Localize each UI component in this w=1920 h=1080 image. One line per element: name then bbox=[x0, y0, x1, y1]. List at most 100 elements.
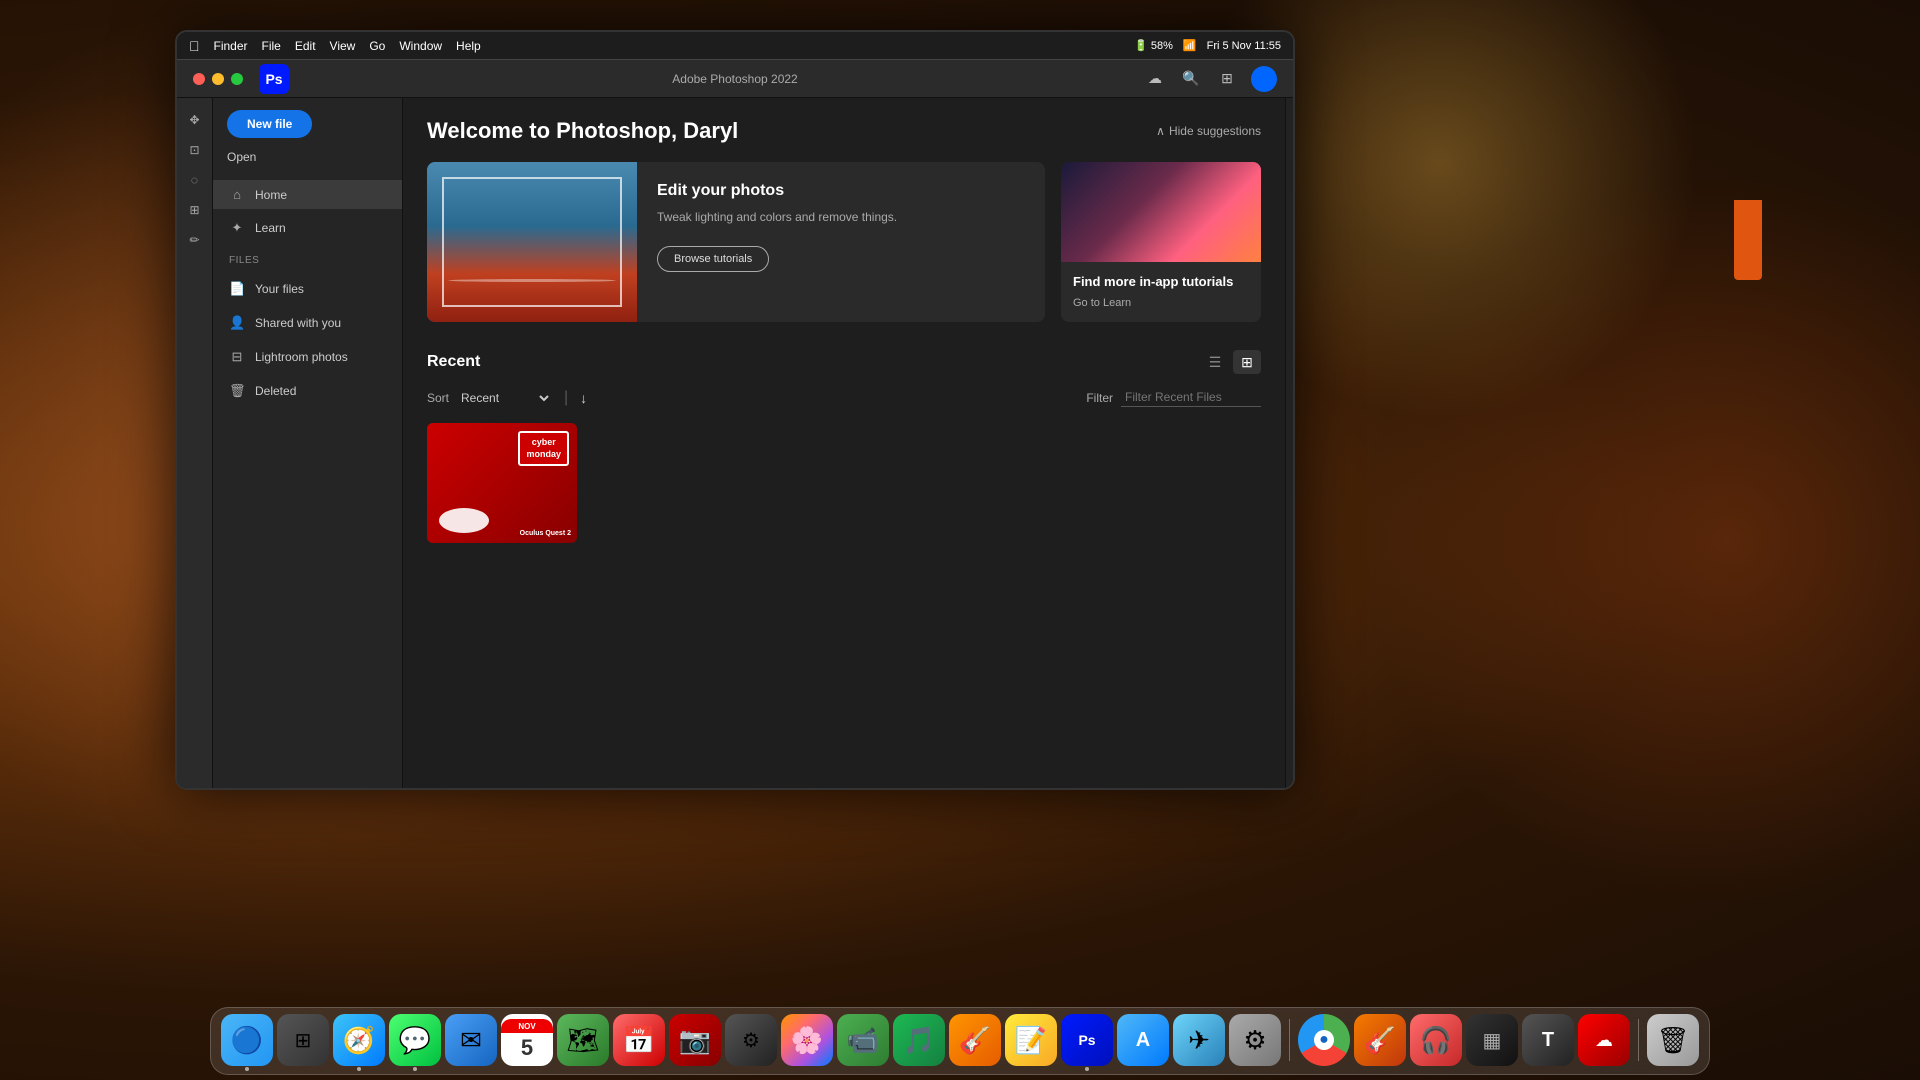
close-button[interactable] bbox=[193, 73, 205, 85]
datetime-display: Fri 5 Nov 11:55 bbox=[1207, 40, 1281, 52]
screensnap-icon: ▦ bbox=[1483, 1028, 1502, 1053]
calendar-day: 5 bbox=[521, 1035, 533, 1061]
menubar-file[interactable]: File bbox=[262, 39, 281, 53]
dock-icon-compressor[interactable]: ⚙ bbox=[725, 1014, 777, 1066]
sidebar-item-shared[interactable]: 👤 Shared with you bbox=[213, 308, 402, 338]
dock-icon-mail[interactable]: ✉ bbox=[445, 1014, 497, 1066]
dock-icon-screensnap[interactable]: ▦ bbox=[1466, 1014, 1518, 1066]
sidebar-item-home[interactable]: ⌂ Home bbox=[213, 180, 402, 209]
dock-icon-trash[interactable]: 🗑 bbox=[1647, 1014, 1699, 1066]
dock-icon-capo[interactable]: 🎸 bbox=[949, 1014, 1001, 1066]
grid-view-button[interactable]: ⊞ bbox=[1233, 350, 1261, 374]
dock-icon-testflight[interactable]: ✈ bbox=[1173, 1014, 1225, 1066]
menubar-help[interactable]: Help bbox=[456, 39, 481, 53]
battery-indicator: 🔋 58% bbox=[1134, 39, 1173, 52]
sidebar-item-learn[interactable]: ✦ Learn bbox=[213, 213, 402, 243]
photoshop-dock-icon: Ps bbox=[1078, 1032, 1095, 1048]
macos-menubar:  Finder File Edit View Go Window Help 🔋… bbox=[177, 32, 1293, 60]
dock-icon-launchpad[interactable]: ⊞ bbox=[277, 1014, 329, 1066]
browse-tutorials-button[interactable]: Browse tutorials bbox=[657, 246, 769, 272]
minimize-button[interactable] bbox=[212, 73, 224, 85]
small-card-title: Find more in-app tutorials bbox=[1073, 274, 1249, 289]
apple-menu[interactable]:  bbox=[189, 38, 200, 54]
suggestion-card-edit-photos: Edit your photos Tweak lighting and colo… bbox=[427, 162, 1045, 322]
dock-icon-syspref[interactable]: ⚙ bbox=[1229, 1014, 1281, 1066]
hide-suggestions-label: Hide suggestions bbox=[1169, 124, 1261, 138]
small-card-content: Find more in-app tutorials Go to Learn bbox=[1061, 262, 1261, 321]
appstore-icon: A bbox=[1136, 1029, 1150, 1052]
dock-icon-chrome[interactable]: ● bbox=[1298, 1014, 1350, 1066]
open-link[interactable]: Open bbox=[227, 150, 388, 164]
dock-icon-photos[interactable]: 🌸 bbox=[781, 1014, 833, 1066]
hide-suggestions-button[interactable]: ∧ Hide suggestions bbox=[1156, 124, 1261, 138]
dock-icon-codeshot[interactable]: 📷 bbox=[669, 1014, 721, 1066]
sidebar-learn-label: Learn bbox=[255, 221, 286, 235]
move-tool[interactable]: ✥ bbox=[181, 106, 209, 134]
suggestions-row: Edit your photos Tweak lighting and colo… bbox=[427, 162, 1261, 322]
dock-icon-photoshop[interactable]: Ps bbox=[1061, 1014, 1113, 1066]
ps-main-content: Welcome to Photoshop, Daryl ∧ Hide sugge… bbox=[403, 98, 1285, 788]
dock-icon-messages[interactable]: 💬 bbox=[389, 1014, 441, 1066]
ps-header-actions: ☁ 🔍 ⊞ bbox=[1143, 66, 1277, 92]
dock-icon-facetime[interactable]: 📹 bbox=[837, 1014, 889, 1066]
dock-icon-headphones[interactable]: 🎧 bbox=[1410, 1014, 1462, 1066]
select-tool[interactable]: ⊡ bbox=[181, 136, 209, 164]
home-icon: ⌂ bbox=[229, 187, 245, 202]
spotify-icon: 🎵 bbox=[903, 1025, 935, 1056]
maximize-button[interactable] bbox=[231, 73, 243, 85]
sidebar-item-lightroom[interactable]: ⊟ Lightroom photos bbox=[213, 342, 402, 372]
safari-running-dot bbox=[357, 1067, 361, 1071]
plugins-icon[interactable]: ⊞ bbox=[1215, 67, 1239, 91]
menubar-finder[interactable]: Finder bbox=[214, 39, 248, 53]
dock-icon-spotify[interactable]: 🎵 bbox=[893, 1014, 945, 1066]
dock-icon-maps[interactable]: 🗺 bbox=[557, 1014, 609, 1066]
crop-tool[interactable]: ⊞ bbox=[181, 196, 209, 224]
dock-icon-finder[interactable]: 🔵 bbox=[221, 1014, 273, 1066]
user-avatar[interactable] bbox=[1251, 66, 1277, 92]
chrome-icon: ● bbox=[1314, 1030, 1334, 1050]
recent-file-item[interactable]: cybermonday Oculus Quest 2 bbox=[427, 423, 577, 543]
dock-icon-calendar[interactable]: NOV 5 bbox=[501, 1014, 553, 1066]
dock-icon-safari[interactable]: 🧭 bbox=[333, 1014, 385, 1066]
sidebar-item-your-files[interactable]: 📄 Your files bbox=[213, 274, 402, 304]
maps-icon: 🗺 bbox=[566, 1025, 599, 1056]
dock-icon-suitcase[interactable]: T bbox=[1522, 1014, 1574, 1066]
filter-input[interactable] bbox=[1121, 388, 1261, 407]
sort-dropdown[interactable]: Recent Name Date Modified bbox=[457, 390, 552, 406]
headphones-icon: 🎧 bbox=[1420, 1025, 1452, 1056]
cloud-icon[interactable]: ☁ bbox=[1143, 67, 1167, 91]
dock-icon-creative-cloud[interactable]: ☁ bbox=[1578, 1014, 1630, 1066]
notes-icon: 📝 bbox=[1015, 1025, 1047, 1056]
menubar-edit[interactable]: Edit bbox=[295, 39, 316, 53]
menubar-view[interactable]: View bbox=[330, 39, 356, 53]
dock-icon-appstore[interactable]: A bbox=[1117, 1014, 1169, 1066]
codeshot-icon: 📷 bbox=[679, 1025, 711, 1056]
sidebar-item-deleted[interactable]: 🗑 Deleted bbox=[213, 376, 402, 406]
go-to-learn-link[interactable]: Go to Learn bbox=[1073, 297, 1249, 309]
lightroom-label: Lightroom photos bbox=[255, 350, 348, 364]
dock-icon-notes[interactable]: 📝 bbox=[1005, 1014, 1057, 1066]
dock-icon-fantastical[interactable]: 📅 bbox=[613, 1014, 665, 1066]
dock-icon-garageband[interactable]: 🎸 bbox=[1354, 1014, 1406, 1066]
suitcase-icon: T bbox=[1542, 1029, 1554, 1052]
welcome-title: Welcome to Photoshop, Daryl bbox=[427, 118, 738, 144]
menubar-window[interactable]: Window bbox=[399, 39, 442, 53]
photoshop-window: Ps Adobe Photoshop 2022 ☁ 🔍 ⊞ ✥ ⊡ ◌ ⊞ ✏ … bbox=[177, 60, 1293, 788]
new-file-button[interactable]: New file bbox=[227, 110, 312, 138]
lasso-tool[interactable]: ◌ bbox=[181, 166, 209, 194]
eyedropper-tool[interactable]: ✏ bbox=[181, 226, 209, 254]
search-icon[interactable]: 🔍 bbox=[1179, 67, 1203, 91]
deleted-icon: 🗑 bbox=[229, 383, 245, 399]
recent-title: Recent bbox=[427, 353, 480, 371]
sort-direction-button[interactable]: ↓ bbox=[580, 390, 587, 406]
testflight-icon: ✈ bbox=[1188, 1025, 1210, 1056]
compressor-icon: ⚙ bbox=[742, 1028, 760, 1053]
suggestion-title: Edit your photos bbox=[657, 182, 1025, 200]
suggestion-card-tutorials: Find more in-app tutorials Go to Learn bbox=[1061, 162, 1261, 322]
ps-scrollbar[interactable] bbox=[1285, 98, 1293, 788]
recent-files-grid: cybermonday Oculus Quest 2 bbox=[427, 423, 1261, 543]
ps-titlebar: Ps Adobe Photoshop 2022 ☁ 🔍 ⊞ bbox=[177, 60, 1293, 98]
menubar-go[interactable]: Go bbox=[369, 39, 385, 53]
dock-separator bbox=[1289, 1019, 1290, 1061]
list-view-button[interactable]: ☰ bbox=[1201, 350, 1229, 374]
